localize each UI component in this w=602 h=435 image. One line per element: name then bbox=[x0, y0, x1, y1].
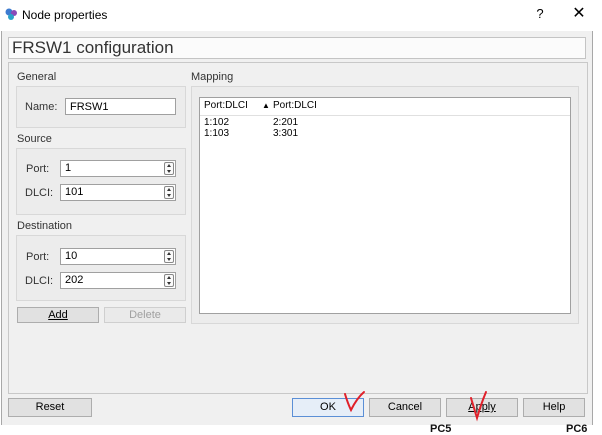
help-button[interactable]: Help bbox=[523, 398, 585, 417]
background-node-label: PC6 bbox=[566, 423, 588, 435]
destination-port-spinbox[interactable]: 10 bbox=[60, 248, 176, 265]
mapping-row-2-source[interactable]: 1:103 bbox=[204, 128, 229, 139]
window-title: Node properties bbox=[22, 8, 108, 22]
source-port-label: Port: bbox=[26, 163, 50, 175]
destination-dlci-spinbox[interactable]: 202 bbox=[60, 272, 176, 289]
add-button-label: Add bbox=[48, 309, 68, 321]
spin-arrows-icon[interactable] bbox=[164, 162, 174, 175]
mapping-list-header: Port:DLCI ▲ Port:DLCI bbox=[200, 98, 570, 116]
mapping-row-2-destination[interactable]: 3:301 bbox=[273, 128, 298, 139]
page-title: FRSW1 configuration bbox=[12, 38, 174, 57]
destination-port-value: 10 bbox=[65, 250, 78, 262]
destination-group bbox=[16, 235, 186, 301]
spin-arrows-icon[interactable] bbox=[164, 274, 174, 287]
mapping-row-1-destination[interactable]: 2:201 bbox=[273, 117, 298, 128]
background-canvas bbox=[0, 425, 602, 433]
app-icon bbox=[4, 7, 18, 21]
source-port-value: 1 bbox=[65, 162, 72, 174]
destination-dlci-value: 202 bbox=[65, 274, 84, 286]
add-button[interactable]: Add bbox=[17, 307, 99, 323]
mapping-section-label: Mapping bbox=[191, 71, 234, 83]
checkmark-annotation-icon bbox=[470, 391, 487, 422]
source-dlci-value: 101 bbox=[65, 186, 84, 198]
close-icon[interactable]: ✕ bbox=[568, 4, 590, 24]
destination-section-label: Destination bbox=[17, 220, 73, 232]
source-port-spinbox[interactable]: 1 bbox=[60, 160, 176, 177]
sort-ascending-icon: ▲ bbox=[262, 101, 270, 110]
reset-button[interactable]: Reset bbox=[8, 398, 92, 417]
column-header-source[interactable]: Port:DLCI bbox=[204, 100, 248, 111]
delete-button[interactable]: Delete bbox=[104, 307, 186, 323]
general-section-label: General bbox=[17, 71, 57, 83]
source-dlci-label: DLCI: bbox=[25, 187, 54, 199]
source-section-label: Source bbox=[17, 133, 52, 145]
column-header-destination[interactable]: Port:DLCI bbox=[273, 100, 317, 111]
mapping-list[interactable]: Port:DLCI ▲ Port:DLCI 1:102 2:201 1:103 … bbox=[199, 97, 571, 314]
name-label: Name: bbox=[25, 101, 58, 113]
destination-port-label: Port: bbox=[26, 251, 50, 263]
mapping-row-1-source[interactable]: 1:102 bbox=[204, 117, 229, 128]
destination-dlci-label: DLCI: bbox=[25, 275, 54, 287]
checkmark-annotation-icon bbox=[344, 391, 365, 413]
spin-arrows-icon[interactable] bbox=[164, 250, 174, 263]
background-node-label: PC5 bbox=[430, 423, 452, 435]
help-icon[interactable]: ? bbox=[530, 5, 550, 23]
source-dlci-spinbox[interactable]: 101 bbox=[60, 184, 176, 201]
source-group bbox=[16, 148, 186, 215]
spin-arrows-icon[interactable] bbox=[164, 186, 174, 199]
cancel-button[interactable]: Cancel bbox=[369, 398, 441, 417]
name-field[interactable]: FRSW1 bbox=[65, 98, 176, 115]
